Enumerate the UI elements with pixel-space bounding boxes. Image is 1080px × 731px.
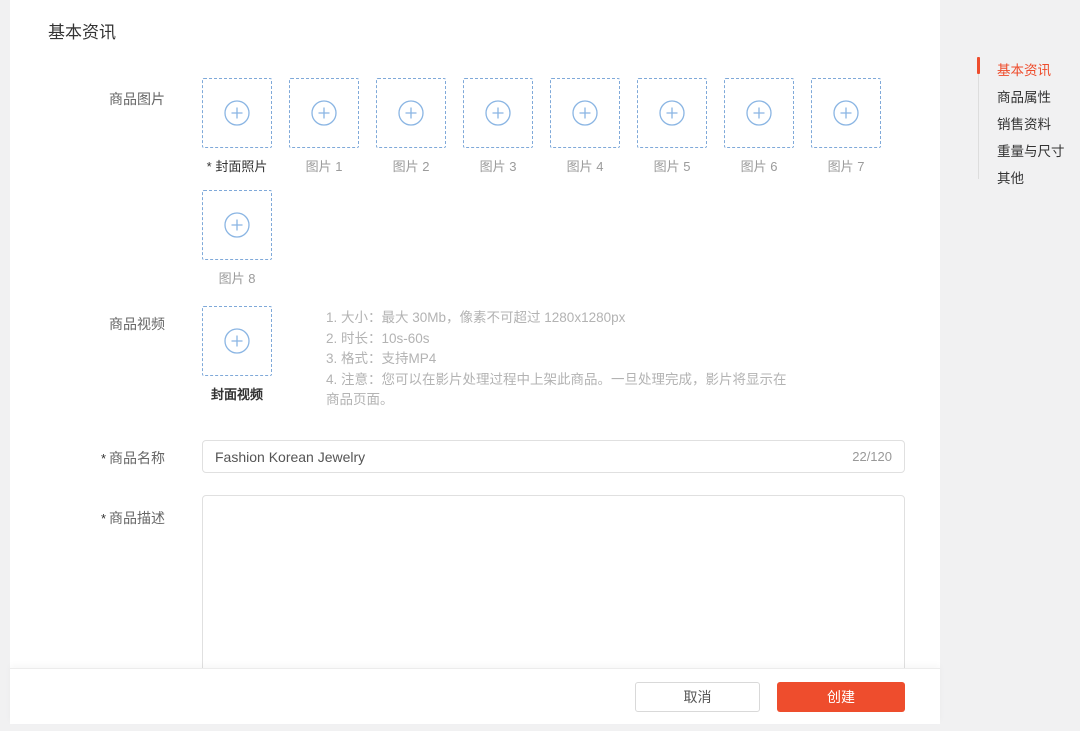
anchor-item-attributes[interactable]: 商品属性 bbox=[978, 82, 1065, 109]
image-slot-8: 图片 8 bbox=[202, 190, 272, 286]
product-video-label: 商品视频 bbox=[109, 316, 165, 332]
image-slot-2: 图片 2 bbox=[376, 78, 446, 174]
plus-icon bbox=[224, 100, 250, 126]
cover-video-label: 封面视频 bbox=[210, 387, 263, 402]
image-upload-box-7[interactable] bbox=[811, 78, 881, 148]
image-slot-label: 图片 4 bbox=[566, 159, 604, 174]
image-slot-4: 图片 4 bbox=[550, 78, 620, 174]
name-char-counter: 22/120 bbox=[852, 449, 892, 464]
image-upload-box-3[interactable] bbox=[463, 78, 533, 148]
video-upload-notes: 1. 大小：最大 30Mb，像素不可超过 1280x1280px 2. 时长：1… bbox=[326, 306, 798, 418]
create-button[interactable]: 创建 bbox=[777, 681, 905, 712]
product-images-content: * 封面照片 图片 1 图片 2 图片 3 图片 4 图片 5 图片 6 图片 … bbox=[202, 78, 905, 302]
anchor-item-others[interactable]: 其他 bbox=[978, 163, 1065, 190]
cover-photo-upload-box[interactable] bbox=[202, 78, 272, 148]
product-description-label: * 商品描述 bbox=[100, 510, 165, 526]
image-slot-label: 图片 1 bbox=[305, 159, 343, 174]
product-name-content: 22/120 bbox=[202, 440, 905, 473]
cover-photo-slot: * 封面照片 bbox=[202, 78, 272, 174]
product-images-label: 商品图片 bbox=[109, 91, 165, 107]
image-slot-label: 图片 3 bbox=[479, 159, 517, 174]
cover-photo-label: * 封面照片 bbox=[206, 159, 268, 174]
image-slot-label: 图片 5 bbox=[653, 159, 691, 174]
cover-video-slot: 封面视频 bbox=[202, 306, 272, 402]
cancel-button[interactable]: 取消 bbox=[635, 681, 760, 712]
image-upload-box-1[interactable] bbox=[289, 78, 359, 148]
plus-icon bbox=[572, 100, 598, 126]
product-video-row: 商品视频 封面视频 1. 大小：最大 30Mb，像素不可超过 1280x1280… bbox=[10, 306, 940, 418]
plus-icon bbox=[746, 100, 772, 126]
video-note-warning: 4. 注意：您可以在影片处理过程中上架此商品。一旦处理完成，影片将显示在商品页面… bbox=[326, 371, 787, 408]
image-slot-label: 图片 7 bbox=[827, 159, 865, 174]
image-upload-box-8[interactable] bbox=[202, 190, 272, 260]
product-description-content: 0/5000 bbox=[202, 495, 905, 668]
image-upload-box-4[interactable] bbox=[550, 78, 620, 148]
section-anchor-nav: 基本资讯 商品属性 销售资料 重量与尺寸 其他 bbox=[977, 55, 1065, 190]
required-mark: * bbox=[100, 451, 106, 466]
product-create-page: { "accent_color": "#ee4d2d", "page": { "… bbox=[0, 0, 1080, 731]
anchor-item-basic-info[interactable]: 基本资讯 bbox=[978, 55, 1065, 82]
basic-info-card: 基本资讯 商品图片 * 封面照片 图片 1 图片 2 图片 3 图片 4 图片 … bbox=[10, 0, 940, 668]
product-description-textarea[interactable] bbox=[202, 495, 905, 668]
image-slot-5: 图片 5 bbox=[637, 78, 707, 174]
image-slot-3: 图片 3 bbox=[463, 78, 533, 174]
video-note-duration: 2. 时长：10s-60s bbox=[326, 330, 430, 346]
plus-icon bbox=[311, 100, 337, 126]
product-images-row: 商品图片 * 封面照片 图片 1 图片 2 图片 3 图片 4 图片 5 图片 … bbox=[10, 78, 940, 302]
product-video-content: 封面视频 1. 大小：最大 30Mb，像素不可超过 1280x1280px 2.… bbox=[202, 306, 905, 418]
plus-icon bbox=[224, 212, 250, 238]
product-description-row: *商品描述 0/5000 bbox=[10, 495, 940, 668]
image-slot-label: 图片 6 bbox=[740, 159, 778, 174]
cover-video-upload-box[interactable] bbox=[202, 306, 272, 376]
plus-icon bbox=[224, 328, 250, 354]
image-slot-label: 图片 2 bbox=[392, 159, 430, 174]
video-note-size: 1. 大小：最大 30Mb，像素不可超过 1280x1280px bbox=[326, 310, 626, 325]
section-title: 基本资讯 bbox=[48, 23, 116, 42]
image-slot-label: 图片 8 bbox=[218, 271, 256, 286]
image-slot-1: 图片 1 bbox=[289, 78, 359, 174]
anchor-item-sales-info[interactable]: 销售资料 bbox=[978, 109, 1065, 136]
footer-action-bar: 取消 创建 bbox=[10, 668, 940, 724]
image-slot-7: 图片 7 bbox=[811, 78, 881, 174]
image-upload-box-2[interactable] bbox=[376, 78, 446, 148]
plus-icon bbox=[485, 100, 511, 126]
image-upload-box-5[interactable] bbox=[637, 78, 707, 148]
required-mark: * bbox=[100, 511, 106, 526]
anchor-active-indicator bbox=[977, 57, 980, 74]
plus-icon bbox=[659, 100, 685, 126]
image-slot-6: 图片 6 bbox=[724, 78, 794, 174]
product-name-row: *商品名称 22/120 bbox=[10, 440, 940, 473]
video-note-format: 3. 格式：支持MP4 bbox=[326, 351, 437, 366]
anchor-item-weight-dimensions[interactable]: 重量与尺寸 bbox=[978, 136, 1065, 163]
product-name-input-wrap: 22/120 bbox=[202, 440, 905, 473]
required-mark: * bbox=[206, 159, 212, 174]
image-upload-box-6[interactable] bbox=[724, 78, 794, 148]
image-slot-grid: * 封面照片 图片 1 图片 2 图片 3 图片 4 图片 5 图片 6 图片 … bbox=[202, 78, 905, 302]
anchor-nav-track bbox=[978, 57, 979, 179]
product-name-label: * 商品名称 bbox=[100, 450, 165, 466]
plus-icon bbox=[833, 100, 859, 126]
product-name-input[interactable] bbox=[215, 448, 843, 465]
plus-icon bbox=[398, 100, 424, 126]
